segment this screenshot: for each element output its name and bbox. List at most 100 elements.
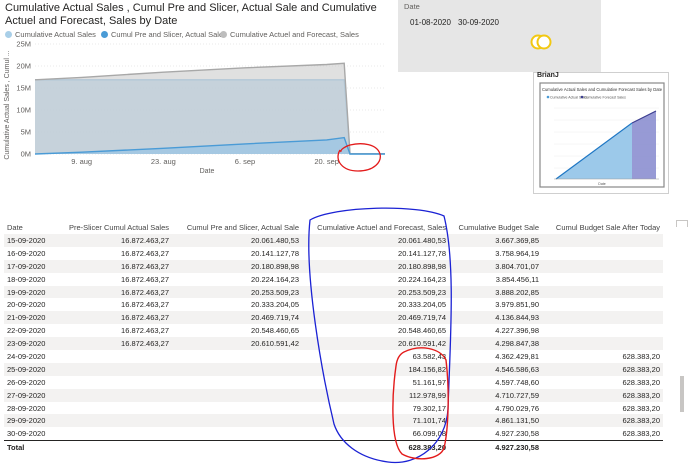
start-date-input[interactable]: 01-08-2020 — [410, 18, 451, 27]
column-header[interactable]: Cumulative Budget Sale — [449, 220, 542, 234]
table-row: 24-09-2020 63.582,43 4.362.429,81 628.383,2… — [4, 350, 663, 363]
table-cell: 20.141.127,78 — [398, 248, 446, 258]
column-header[interactable]: Date — [4, 220, 52, 234]
end-handle-icon[interactable] — [536, 34, 552, 50]
x-tick-label: 6. sep — [235, 157, 255, 166]
table-cell: 16.872.463,27 — [52, 259, 172, 273]
table-row: 20-09-2020 16.872.463,27 20.333.204,05 20.3… — [4, 298, 663, 311]
sales-table: Date Pre-Slicer Cumul Actual Sales Cumul P… — [4, 220, 663, 455]
vertical-scrollbar-thumb[interactable] — [680, 376, 684, 412]
table-cell: 71.101,74 — [302, 414, 449, 428]
thumbnail-xlabel: Date — [598, 182, 605, 186]
legend-label: Cumulative Actuel and Forecast, Sales — [230, 30, 359, 39]
column-header[interactable]: Cumul Budget Sale After Today — [542, 220, 663, 234]
table-cell: 628.383,20 — [542, 388, 663, 402]
table-cell — [172, 414, 302, 428]
table-cell: 20.548.460,65 — [398, 326, 446, 336]
table-cell: 26-09-2020 — [7, 377, 46, 387]
table-row: 22-09-2020 16.872.463,27 20.548.460,65 20.5… — [4, 324, 663, 337]
x-axis-title: Date — [200, 168, 215, 175]
table-cell: 20.469.719,74 — [302, 311, 449, 325]
table-cell: 17-09-2020 — [4, 259, 52, 273]
data-table-visual[interactable]: Date Pre-Slicer Cumul Actual Sales Cumul P… — [0, 216, 690, 469]
date-slicer[interactable]: Date 01-08-2020 30-09-2020 — [398, 0, 601, 72]
table-cell — [172, 402, 302, 415]
table-header-row: Date Pre-Slicer Cumul Actual Sales Cumul P… — [4, 220, 663, 234]
legend-dot-icon — [101, 31, 108, 38]
table-cell: 79.302,17 — [412, 403, 446, 413]
table-cell: 20.610.591,42 — [302, 337, 449, 351]
table-cell: 28-09-2020 — [7, 403, 46, 413]
table-cell: 27-09-2020 — [4, 388, 52, 402]
legend-dot-icon — [220, 31, 227, 38]
table-cell: 20.224.164,23 — [251, 274, 299, 284]
legend-label: Cumul Pre and Slicer, Actual Sale — [111, 30, 224, 39]
table-cell: 20.333.204,05 — [251, 300, 299, 310]
table-cell — [542, 234, 663, 247]
thumbnail-author: BrianJ — [537, 72, 559, 79]
table-cell: 15-09-2020 — [4, 234, 52, 247]
table-cell — [172, 376, 302, 389]
table-cell: 4.298.847,38 — [449, 337, 542, 351]
table-row: 19-09-2020 16.872.463,27 20.253.509,23 20.2… — [4, 285, 663, 299]
table-cell: 112.978,99 — [302, 388, 449, 402]
table-cell: 4.927.230,58 — [495, 429, 539, 439]
table-row: 17-09-2020 16.872.463,27 20.180.898,98 20.1… — [4, 259, 663, 273]
x-axis-ticks: 9. aug 23. aug 6. sep 20. sep — [71, 157, 339, 166]
table-cell: 628.383,20 — [622, 429, 660, 439]
slider-handles[interactable] — [530, 34, 556, 50]
table-cell: 3.888.202,85 — [449, 285, 542, 299]
table-cell — [542, 298, 663, 311]
column-header[interactable]: Cumulative Actuel and Forecast, Sales — [302, 220, 449, 234]
table-cell — [52, 362, 172, 376]
table-cell: 4.790.029,76 — [495, 403, 539, 413]
total-cell — [542, 440, 663, 455]
table-cell: 20.333.204,05 — [398, 300, 446, 310]
table-row: 16-09-2020 16.872.463,27 20.141.127,78 20.1… — [4, 247, 663, 260]
table-cell: 16.872.463,27 — [121, 326, 169, 336]
table-cell: 20.180.898,98 — [302, 259, 449, 273]
table-cell: 3.667.369,85 — [449, 234, 542, 247]
table-cell — [542, 247, 663, 260]
table-cell: 4.362.429,81 — [495, 351, 539, 361]
table-cell: 184.156,82 — [302, 362, 449, 376]
table-cell: 20.061.480,53 — [172, 234, 302, 247]
area-chart-visual[interactable]: Cumulative Actual Sales , Cumul Pre and … — [0, 0, 390, 176]
legend-label: Cumulative Actual Sales — [15, 30, 96, 39]
legend-item-cumulative-forecast[interactable]: Cumulative Actuel and Forecast, Sales — [220, 30, 359, 39]
table-cell — [52, 402, 172, 415]
table-cell: 20.224.164,23 — [398, 274, 446, 284]
table-row: 29-09-2020 71.101,74 4.861.131,50 628.383,2… — [4, 414, 663, 428]
column-header[interactable]: Cumul Pre and Slicer, Actual Sale — [172, 220, 302, 234]
table-cell: 18-09-2020 — [7, 274, 46, 284]
x-tick-label: 9. aug — [71, 157, 92, 166]
scrollbar-top-icon[interactable] — [676, 220, 688, 227]
legend-item-cumul-pre-slicer[interactable]: Cumul Pre and Slicer, Actual Sale — [101, 30, 223, 39]
column-header[interactable]: Pre-Slicer Cumul Actual Sales — [52, 220, 172, 234]
table-row: 21-09-2020 16.872.463,27 20.469.719,74 20.4… — [4, 311, 663, 325]
table-cell — [542, 259, 663, 273]
legend-item-cumulative-actual[interactable]: Cumulative Actual Sales — [5, 30, 96, 39]
y-tick-label: 5M — [21, 128, 31, 137]
table-cell: 628.383,20 — [622, 351, 660, 361]
x-tick-label: 20. sep — [314, 157, 339, 166]
table-cell — [172, 427, 302, 440]
table-cell: 4.136.844,93 — [449, 311, 542, 325]
end-date-input[interactable]: 30-09-2020 — [458, 18, 499, 27]
table-cell: 4.710.727,59 — [449, 388, 542, 402]
table-cell: 628.383,20 — [542, 414, 663, 428]
area-chart-plot: 0M 5M 10M 15M 20M 25M 9. aug 23. aug 6. sep 20. … — [4, 40, 385, 175]
table-cell — [52, 376, 172, 389]
table-cell: 22-09-2020 — [7, 326, 46, 336]
table-row: 18-09-2020 16.872.463,27 20.224.164,23 20.2… — [4, 273, 663, 286]
table-cell — [52, 388, 172, 402]
table-cell: 16-09-2020 — [7, 248, 46, 258]
chart-title: Cumulative Actual Sales , Cumul Pre and … — [5, 2, 377, 27]
table-row: 23-09-2020 16.872.463,27 20.610.591,42 20.6… — [4, 337, 663, 351]
total-cell: 4.927.230,58 — [449, 440, 542, 455]
table-cell: 628.383,20 — [622, 377, 660, 387]
total-cell: 628.383,20 — [302, 440, 449, 455]
table-cell: 29-09-2020 — [4, 414, 52, 428]
table-cell — [172, 362, 302, 376]
slicer-label: Date — [404, 2, 420, 11]
